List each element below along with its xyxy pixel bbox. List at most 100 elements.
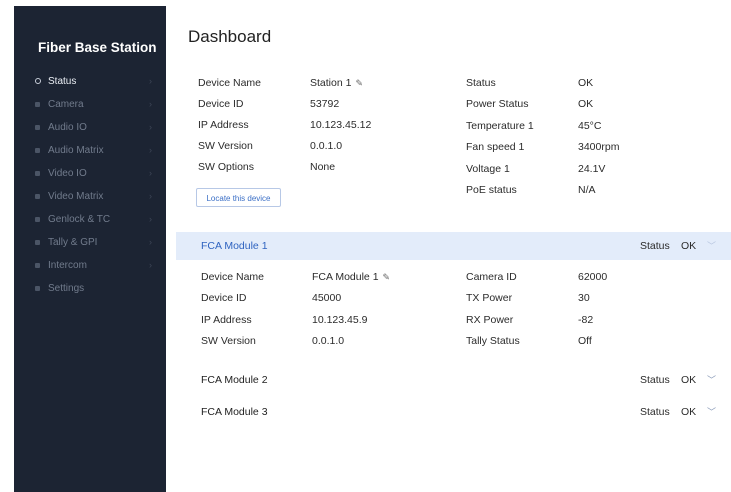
module-tally-status-value: Off xyxy=(578,335,592,347)
module-status-value: OK xyxy=(681,240,697,252)
device-fan-speed-1-value: 3400rpm xyxy=(578,141,619,153)
value-text: 30 xyxy=(578,292,590,305)
sidebar-item-label: Audio IO xyxy=(48,122,87,133)
device-status-label: Status xyxy=(466,77,496,89)
sidebar-item-settings[interactable]: Settings xyxy=(14,277,166,300)
device-device-id-value: 53792 xyxy=(310,98,339,110)
value-text: 53792 xyxy=(310,98,340,110)
module-tx-power-value: 30 xyxy=(578,292,590,304)
value-text: 0.0.1.0 xyxy=(310,140,343,152)
tally-icon xyxy=(35,240,40,245)
sidebar-item-audio-io[interactable]: Audio IO › xyxy=(14,116,166,139)
device-temperature-1-value: 45°C xyxy=(578,120,601,132)
sidebar-item-video-matrix[interactable]: Video Matrix › xyxy=(14,185,166,208)
value-text: 24.1V xyxy=(578,162,606,175)
module-name: FCA Module 2 xyxy=(201,374,268,386)
module-status-label: Status xyxy=(640,406,670,418)
chevron-down-icon[interactable]: ﹀ xyxy=(707,366,716,394)
value-text: 45°C xyxy=(578,119,602,132)
device-status-value: OK xyxy=(578,77,593,89)
value-text: Station 1 xyxy=(310,77,352,89)
sidebar-item-status[interactable]: Status › xyxy=(14,70,166,93)
value-text: 0.0.1.0 xyxy=(312,334,345,347)
sidebar-item-video-io[interactable]: Video IO › xyxy=(14,162,166,185)
chevron-down-icon[interactable]: ﹀ xyxy=(707,232,716,260)
sidebar-item-label: Camera xyxy=(48,99,84,110)
video-io-icon xyxy=(35,171,40,176)
module-device-name-value[interactable]: FCA Module 1 ✎ xyxy=(312,271,390,283)
module-tx-power-label: TX Power xyxy=(466,292,513,305)
edit-icon[interactable]: ✎ xyxy=(355,78,363,89)
sidebar-item-label: Video Matrix xyxy=(48,191,104,202)
module-rx-power-value: -82 xyxy=(578,314,593,326)
sidebar-item-tally-gpi[interactable]: Tally & GPI › xyxy=(14,231,166,254)
device-fan-speed-1-label: Fan speed 1 xyxy=(466,141,525,154)
value-text: 45000 xyxy=(312,292,342,305)
device-voltage-1-value: 24.1V xyxy=(578,163,605,175)
sidebar-item-label: Status xyxy=(48,76,77,87)
device-voltage-1-label: Voltage 1 xyxy=(466,162,510,175)
module-header-fca-module-3[interactable]: FCA Module 3 Status OK ﹀ xyxy=(176,398,731,426)
chevron-right-icon: › xyxy=(149,260,152,270)
value-text: N/A xyxy=(578,184,596,196)
module-camera-id-value: 62000 xyxy=(578,271,607,283)
locate-device-button[interactable]: Locate this device xyxy=(196,188,281,207)
chevron-down-icon[interactable]: ﹀ xyxy=(707,398,716,426)
sidebar-item-label: Intercom xyxy=(48,260,87,271)
module-name: FCA Module 1 xyxy=(201,240,268,252)
module-rx-power-label: RX Power xyxy=(466,313,514,326)
device-sw-options-label: SW Options xyxy=(198,161,255,173)
module-status-label: Status xyxy=(640,240,670,252)
sidebar-item-label: Video IO xyxy=(48,168,87,179)
device-device-name-value[interactable]: Station 1 ✎ xyxy=(310,77,363,89)
device-sw-options-value: None xyxy=(310,161,335,173)
module-sw-version-label: SW Version xyxy=(201,334,256,347)
module-device-id-value: 45000 xyxy=(312,292,341,304)
status-icon xyxy=(35,78,41,84)
device-device-id-label: Device ID xyxy=(198,98,244,110)
sidebar-item-camera[interactable]: Camera › xyxy=(14,93,166,116)
chevron-right-icon: › xyxy=(149,191,152,201)
device-poe-status-label: PoE status xyxy=(466,184,517,196)
device-ip-address-label: IP Address xyxy=(198,119,249,131)
app-window: Fiber Base Station Status › Camera › Audio I… xyxy=(0,0,731,492)
module-device-name-label: Device Name xyxy=(201,271,265,283)
chevron-right-icon: › xyxy=(149,214,152,224)
module-header-fca-module-2[interactable]: FCA Module 2 Status OK ﹀ xyxy=(176,366,731,394)
device-sw-version-label: SW Version xyxy=(198,140,253,152)
audio-io-icon xyxy=(35,125,40,130)
device-power-status-label: Power Status xyxy=(466,98,529,111)
chevron-right-icon: › xyxy=(149,76,152,86)
page-title: Dashboard xyxy=(188,27,272,46)
chevron-right-icon: › xyxy=(149,237,152,247)
module-ip-address-value: 10.123.45.9 xyxy=(312,314,367,326)
edit-icon[interactable]: ✎ xyxy=(383,272,391,283)
sidebar-item-label: Genlock & TC xyxy=(48,214,111,225)
module-status-value: OK xyxy=(681,406,697,418)
settings-icon xyxy=(35,286,40,291)
intercom-icon xyxy=(35,263,40,268)
sidebar-item-label: Audio Matrix xyxy=(48,145,104,156)
device-device-name-label: Device Name xyxy=(198,77,262,89)
sidebar-nav: Status › Camera › Audio IO › Audio Matrix › Vide… xyxy=(14,70,166,300)
device-ip-address-value: 10.123.45.12 xyxy=(310,119,371,131)
module-sw-version-value: 0.0.1.0 xyxy=(312,335,344,347)
chevron-right-icon: › xyxy=(149,168,152,178)
genlock-icon xyxy=(35,217,40,222)
module-name: FCA Module 3 xyxy=(201,406,268,418)
sidebar-item-genlock-tc[interactable]: Genlock & TC › xyxy=(14,208,166,231)
value-text: OK xyxy=(578,98,594,111)
device-power-status-value: OK xyxy=(578,98,593,110)
value-text: Off xyxy=(578,334,592,347)
module-status-label: Status xyxy=(640,374,670,386)
sidebar-item-intercom[interactable]: Intercom › xyxy=(14,254,166,277)
module-ip-address-label: IP Address xyxy=(201,313,252,326)
video-matrix-icon xyxy=(35,194,40,199)
sidebar-item-audio-matrix[interactable]: Audio Matrix › xyxy=(14,139,166,162)
sidebar: Fiber Base Station Status › Camera › Audio I… xyxy=(14,6,166,492)
chevron-right-icon: › xyxy=(149,99,152,109)
value-text: 62000 xyxy=(578,271,608,283)
chevron-right-icon: › xyxy=(149,145,152,155)
module-header-fca-module-1[interactable]: FCA Module 1 Status OK ﹀ xyxy=(176,232,731,260)
value-text: OK xyxy=(578,77,594,89)
